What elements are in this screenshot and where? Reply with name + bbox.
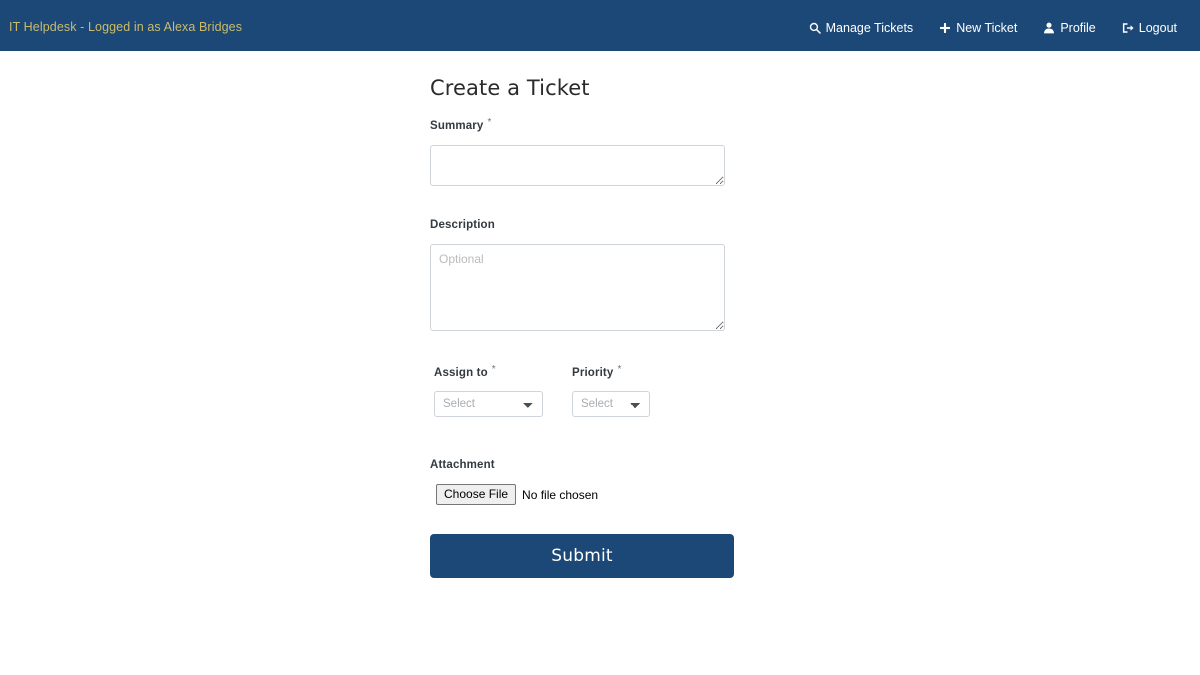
assign-to-select[interactable]: Select	[434, 391, 543, 417]
file-input-row[interactable]: Choose File No file chosen	[430, 484, 750, 506]
nav-link-new-ticket[interactable]: New Ticket	[926, 17, 1030, 39]
field-priority: Priority * Select	[572, 363, 672, 417]
search-icon	[809, 22, 821, 34]
field-attachment: Attachment Choose File No file chosen	[430, 455, 750, 506]
nav-link-profile[interactable]: Profile	[1030, 17, 1108, 39]
nav-link-label: Logout	[1138, 20, 1177, 35]
create-ticket-form: Create a Ticket Summary* Description Ass	[430, 51, 750, 579]
description-label: Description	[430, 219, 495, 231]
nav-link-logout[interactable]: Logout	[1109, 17, 1190, 39]
required-marker: *	[491, 364, 496, 375]
assign-priority-row: Assign to * Select Priority * Select	[430, 363, 750, 417]
plus-icon	[939, 22, 951, 34]
field-assign-to: Assign to * Select	[434, 363, 544, 417]
user-icon	[1043, 22, 1055, 34]
navbar-links: Manage Tickets New Ticket Profile Logout	[796, 13, 1190, 39]
choose-file-button[interactable]: Choose File	[436, 484, 517, 506]
assign-to-label: Assign to *	[434, 364, 496, 380]
nav-link-manage-tickets[interactable]: Manage Tickets	[796, 17, 927, 39]
sign-out-icon	[1122, 22, 1134, 34]
field-summary: Summary *	[430, 116, 750, 186]
nav-link-label: Profile	[1060, 20, 1096, 35]
nav-link-label: New Ticket	[956, 20, 1018, 35]
navbar-brand[interactable]: IT Helpdesk - Logged in as Alexa Bridges	[9, 18, 242, 34]
attachment-label: Attachment	[430, 459, 495, 471]
required-marker: *	[617, 364, 622, 375]
priority-label: Priority *	[572, 364, 622, 380]
submit-button[interactable]: Submit	[430, 534, 734, 579]
file-status-text: No file chosen	[522, 487, 599, 502]
page-title: Create a Ticket	[430, 76, 590, 100]
field-description: Description	[430, 215, 750, 331]
summary-label: Summary *	[430, 117, 492, 133]
description-input[interactable]	[430, 244, 725, 331]
nav-link-label: Manage Tickets	[825, 20, 914, 35]
priority-select[interactable]: Select	[572, 391, 650, 417]
page-body: Create a Ticket Summary* Description Ass	[0, 51, 1200, 675]
top-navbar: IT Helpdesk - Logged in as Alexa Bridges…	[0, 0, 1200, 51]
summary-input[interactable]	[430, 145, 725, 186]
required-marker: *	[487, 117, 492, 128]
